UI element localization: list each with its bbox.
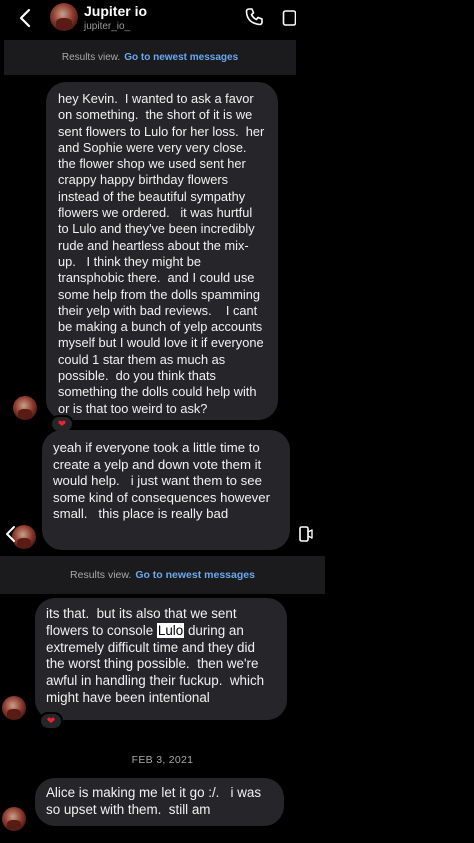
results-view-label: Results view. [70,569,132,581]
sender-avatar[interactable] [2,696,26,720]
chat-header: Jupiter io jupiter_io_ [0,0,296,36]
contact-username: jupiter_io_ [84,21,131,32]
heart-reaction-icon[interactable]: ❤ [39,712,63,730]
sender-avatar[interactable] [13,396,37,420]
contact-name[interactable]: Jupiter io [84,3,147,19]
chat-panel-3: Results view. Go to newest messages its … [0,554,325,843]
chat-panel-1: Jupiter io jupiter_io_ Results view. Go … [0,0,296,435]
message-bubble-received[interactable]: yeah if everyone took a little time to c… [42,430,290,550]
sender-avatar[interactable] [2,807,26,831]
results-view-bar: Results view. Go to newest messages [4,40,296,75]
chat-panel-2: yeah if everyone took a little time to c… [0,430,296,554]
go-to-newest-link[interactable]: Go to newest messages [135,569,255,581]
phone-icon[interactable] [244,7,264,27]
message-bubble-received[interactable]: hey Kevin. I wanted to ask a favor on so… [46,82,278,420]
chevron-left-icon[interactable] [16,6,36,30]
message-bubble-received[interactable]: its that. but its also that we sent flow… [35,598,287,720]
date-separator: FEB 3, 2021 [131,754,194,766]
search-highlight: Lulo [156,622,185,638]
chevron-left-icon[interactable] [4,524,18,544]
avatar[interactable] [50,3,78,31]
video-camera-icon[interactable] [282,8,296,28]
go-to-newest-link[interactable]: Go to newest messages [124,52,238,63]
video-camera-icon[interactable] [298,524,314,544]
results-view-label: Results view. [61,52,121,63]
results-view-bar: Results view. Go to newest messages [0,556,325,594]
message-bubble-received[interactable]: Alice is making me let it go :/. i was s… [35,778,284,826]
